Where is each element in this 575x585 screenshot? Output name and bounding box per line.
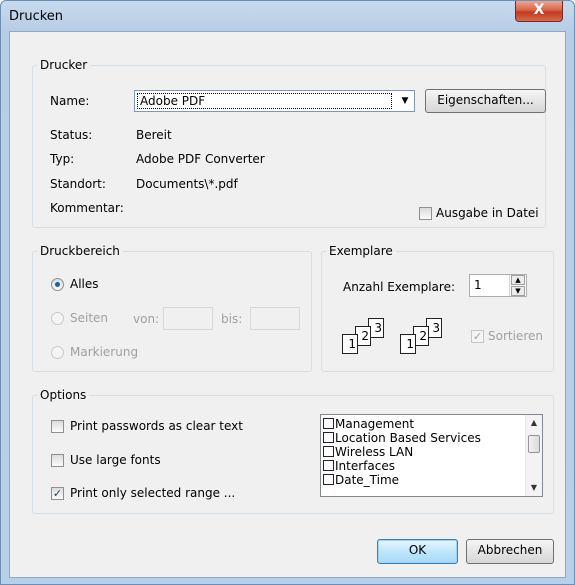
copies-count-spinner[interactable]: 1 ▲ ▼ (469, 274, 527, 297)
output-to-file-checkbox[interactable] (419, 207, 432, 220)
list-item[interactable]: Interfaces (323, 460, 395, 473)
print-passwords-label[interactable]: Print passwords as clear text (70, 419, 243, 433)
title-bar[interactable]: Drucken X (1, 1, 574, 31)
item-checkbox[interactable] (323, 474, 334, 485)
scroll-down-icon[interactable]: ▼ (526, 480, 542, 496)
printer-name-value: Adobe PDF (137, 93, 392, 109)
spinner-buttons: ▲ ▼ (509, 275, 526, 296)
status-label: Status: (50, 128, 93, 142)
from-page-input[interactable] (163, 307, 213, 330)
large-fonts-label[interactable]: Use large fonts (70, 453, 161, 467)
properties-button-label: Eigenschaften... (437, 93, 534, 107)
large-fonts-checkbox[interactable] (51, 454, 64, 467)
pages-label[interactable]: Seiten (70, 311, 108, 325)
from-label: von: (133, 312, 160, 326)
to-label: bis: (221, 312, 243, 326)
properties-button[interactable]: Eigenschaften... (425, 89, 546, 113)
selection-label[interactable]: Markierung (70, 345, 138, 359)
list-item-label: Interfaces (335, 459, 395, 473)
radio-selected-icon (55, 282, 60, 287)
printer-name-select[interactable]: Adobe PDF ▼ (134, 90, 415, 112)
type-label: Typ: (50, 152, 75, 166)
copies-group-label: Exemplare (329, 244, 393, 258)
item-checkbox[interactable] (323, 446, 334, 457)
scroll-thumb[interactable] (528, 435, 540, 453)
close-button[interactable]: X (515, 1, 563, 22)
selected-range-label[interactable]: Print only selected range ... (70, 486, 235, 500)
window-title: Drucken (9, 9, 64, 24)
type-value: Adobe PDF Converter (136, 152, 265, 166)
comment-label: Kommentar: (50, 201, 124, 215)
close-icon: X (533, 2, 545, 18)
item-checkbox[interactable] (323, 432, 334, 443)
list-item[interactable]: Management (323, 418, 414, 431)
list-item[interactable]: Wireless LAN (323, 446, 413, 459)
collate-checkbox[interactable]: ✓ (471, 330, 484, 343)
item-checkbox[interactable] (323, 460, 334, 471)
copies-count-label: Anzahl Exemplare: (343, 280, 456, 294)
dialog-client-area: Drucker Name: Adobe PDF ▼ Eigenschaften.… (9, 31, 566, 578)
list-item-label: Management (335, 417, 415, 431)
selected-range-checkbox[interactable]: ✓ (51, 487, 64, 500)
list-item[interactable]: Date_Time (323, 474, 399, 487)
check-icon: ✓ (472, 330, 483, 343)
ok-button[interactable]: OK (377, 539, 458, 564)
output-to-file-label[interactable]: Ausgabe in Datei (436, 206, 539, 220)
collate-label[interactable]: Sortieren (488, 329, 543, 343)
selection-radio[interactable] (51, 346, 64, 359)
location-label: Standort: (50, 177, 106, 191)
collate-page-1: 1 (342, 334, 358, 354)
sections-listbox[interactable]: Management Location Based Services Wirel… (320, 414, 543, 497)
ok-button-label: OK (408, 543, 427, 557)
collate-page-1: 1 (400, 334, 416, 354)
printer-group-label: Drucker (40, 58, 88, 72)
cancel-button-label: Abbrechen (477, 543, 543, 557)
to-page-input[interactable] (250, 307, 300, 330)
print-range-group-label: Druckbereich (40, 244, 120, 258)
list-item-label: Location Based Services (335, 431, 481, 445)
dropdown-arrow-icon[interactable]: ▼ (396, 91, 414, 111)
list-item-label: Date_Time (335, 473, 400, 487)
list-item-label: Wireless LAN (335, 445, 414, 459)
location-value: Documents\*.pdf (136, 177, 238, 191)
options-group-label: Options (40, 388, 87, 402)
printer-name-label: Name: (50, 94, 90, 108)
spin-down-icon[interactable]: ▼ (511, 286, 525, 296)
item-checkbox[interactable] (323, 418, 334, 429)
print-passwords-checkbox[interactable] (51, 420, 64, 433)
list-item[interactable]: Location Based Services (323, 432, 481, 445)
cancel-button[interactable]: Abbrechen (466, 539, 554, 564)
copies-count-value[interactable]: 1 (474, 278, 482, 292)
all-label[interactable]: Alles (70, 277, 99, 291)
spin-up-icon[interactable]: ▲ (511, 275, 525, 285)
scroll-up-icon[interactable]: ▲ (526, 415, 542, 431)
print-dialog-window: Drucken X Drucker Name: Adobe PDF ▼ Eige… (0, 0, 575, 585)
check-icon: ✓ (52, 487, 63, 500)
list-scrollbar[interactable]: ▲ ▼ (525, 415, 542, 496)
all-radio[interactable] (51, 278, 64, 291)
status-value: Bereit (136, 128, 172, 142)
pages-radio[interactable] (51, 312, 64, 325)
collate-icon: 3 2 1 (400, 318, 470, 354)
